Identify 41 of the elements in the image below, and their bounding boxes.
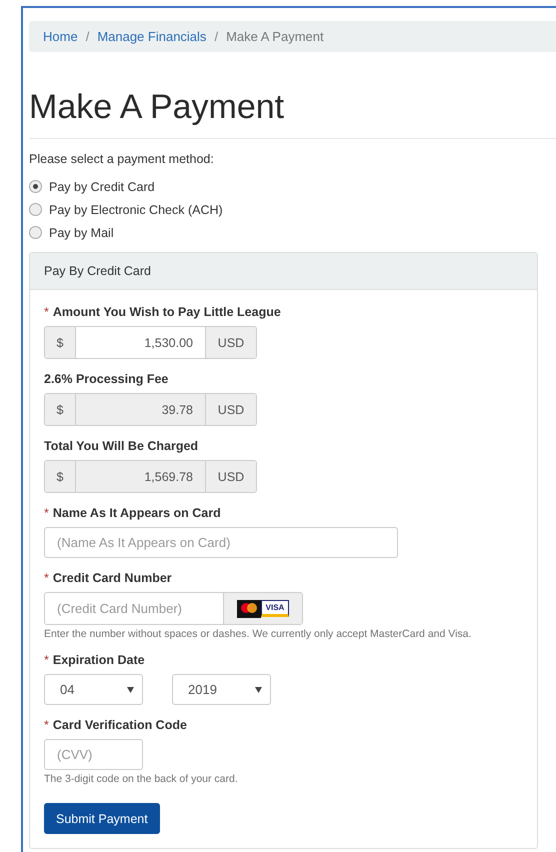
required-mark: * (44, 571, 49, 585)
panel-heading: Pay By Credit Card (30, 253, 537, 290)
help-text: Enter the number without spaces or dashes. We currently only accept MasterCard and Visa. (44, 628, 472, 640)
cvv-field[interactable]: (CVV) (44, 739, 143, 770)
required-mark: * (44, 718, 49, 732)
dropdown[interactable]: 04 (44, 674, 143, 705)
breadcrumb-link[interactable]: Manage Financials (97, 29, 206, 44)
amount-field: $ 39.78 USD (44, 393, 257, 426)
payment-prompt: Please select a payment method: (29, 152, 215, 166)
radio-button[interactable] (29, 226, 42, 239)
visa-logo: VISA (260, 600, 290, 617)
breadcrumb-separator: / (214, 29, 218, 44)
card-number-field[interactable]: (Credit Card Number) VISA (44, 592, 303, 625)
field-label: 2.6% Processing Fee (44, 372, 168, 386)
radio-button[interactable] (29, 180, 42, 193)
field-label: Total You Will Be Charged (44, 439, 198, 453)
dropdown[interactable]: 2019 (172, 674, 271, 705)
radio-label[interactable]: Pay by Credit Card (49, 180, 155, 194)
field-label: Amount You Wish to Pay Little League (52, 305, 281, 319)
page-title: Make A Payment (29, 87, 286, 127)
required-mark: * (44, 506, 49, 520)
amount-field[interactable]: $ 1,530.00 USD (44, 326, 257, 359)
current-page-label: Make A Payment (226, 29, 324, 44)
amount-field: $ 1,569.78 USD (44, 460, 257, 493)
radio-label[interactable]: Pay by Mail (49, 226, 114, 240)
mastercard-icon (236, 600, 261, 618)
submit-button[interactable]: Submit Payment (44, 803, 160, 834)
required-mark: * (44, 305, 49, 319)
radio-button[interactable] (29, 203, 42, 216)
field-label: Name As It Appears on Card (52, 506, 221, 520)
field-label: Credit Card Number (52, 571, 172, 585)
field-label: Expiration Date (52, 653, 145, 667)
required-mark: * (44, 653, 49, 667)
caret-icon (255, 686, 262, 692)
breadcrumb-link[interactable]: Home (43, 29, 78, 44)
radio-label[interactable]: Pay by Electronic Check (ACH) (49, 202, 223, 216)
help-text: The 3-digit code on the back of your card. (44, 773, 238, 785)
field-label: Card Verification Code (52, 718, 187, 732)
name-field[interactable]: (Name As It Appears on Card) (44, 527, 398, 558)
caret-icon (127, 686, 134, 692)
breadcrumb-separator: / (86, 29, 90, 44)
